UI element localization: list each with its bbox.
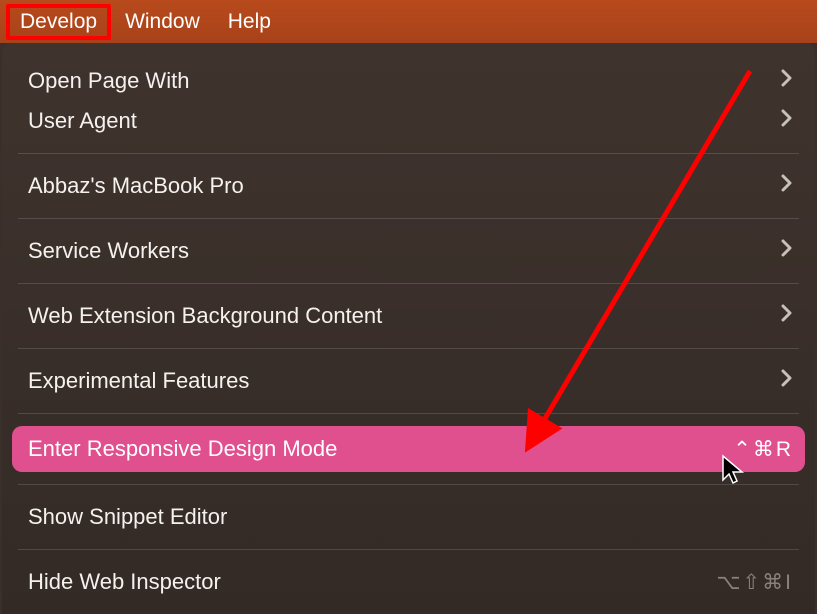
chevron-right-icon xyxy=(781,174,793,198)
menu-item-responsive-design-mode[interactable]: Enter Responsive Design Mode ⌃⌘R xyxy=(12,426,805,472)
chevron-right-icon xyxy=(781,369,793,393)
menubar-label: Help xyxy=(228,10,271,34)
menu-item-label: Hide Web Inspector xyxy=(28,569,221,595)
menu-separator xyxy=(18,348,799,349)
menu-separator xyxy=(18,549,799,550)
chevron-right-icon xyxy=(781,109,793,133)
menu-item-open-page-with[interactable]: Open Page With xyxy=(2,61,815,101)
menu-separator xyxy=(18,484,799,485)
menu-item-label: Enter Responsive Design Mode xyxy=(28,436,337,462)
menubar: Develop Window Help xyxy=(0,0,817,43)
menu-item-label: Open Page With xyxy=(28,68,189,94)
menu-item-label: Service Workers xyxy=(28,238,189,264)
menubar-item-window[interactable]: Window xyxy=(111,4,214,40)
menu-item-label: Abbaz's MacBook Pro xyxy=(28,173,244,199)
menu-item-web-extension-background[interactable]: Web Extension Background Content xyxy=(2,296,815,336)
menu-item-device[interactable]: Abbaz's MacBook Pro xyxy=(2,166,815,206)
chevron-right-icon xyxy=(781,69,793,93)
menu-item-service-workers[interactable]: Service Workers xyxy=(2,231,815,271)
chevron-right-icon xyxy=(781,239,793,263)
menu-item-hide-web-inspector[interactable]: Hide Web Inspector ⌥⇧⌘I xyxy=(2,562,815,602)
keyboard-shortcut: ⌥⇧⌘I xyxy=(716,570,793,595)
menu-item-user-agent[interactable]: User Agent xyxy=(2,101,815,141)
menubar-item-develop[interactable]: Develop xyxy=(6,4,111,40)
menu-item-label: Show Snippet Editor xyxy=(28,504,227,530)
menu-item-label: Web Extension Background Content xyxy=(28,303,382,329)
menubar-label: Window xyxy=(125,10,200,34)
keyboard-shortcut: ⌃⌘R xyxy=(733,437,793,462)
menu-item-show-snippet-editor[interactable]: Show Snippet Editor xyxy=(2,497,815,537)
menu-item-experimental-features[interactable]: Experimental Features xyxy=(2,361,815,401)
menu-separator xyxy=(18,153,799,154)
chevron-right-icon xyxy=(781,304,793,328)
menu-separator xyxy=(18,413,799,414)
menu-separator xyxy=(18,218,799,219)
menubar-item-help[interactable]: Help xyxy=(214,4,285,40)
menu-item-label: Experimental Features xyxy=(28,368,249,394)
menu-item-label: User Agent xyxy=(28,108,137,134)
menubar-label: Develop xyxy=(20,10,97,34)
develop-dropdown: Open Page With User Agent Abbaz's MacBoo… xyxy=(2,43,815,614)
menu-separator xyxy=(18,283,799,284)
